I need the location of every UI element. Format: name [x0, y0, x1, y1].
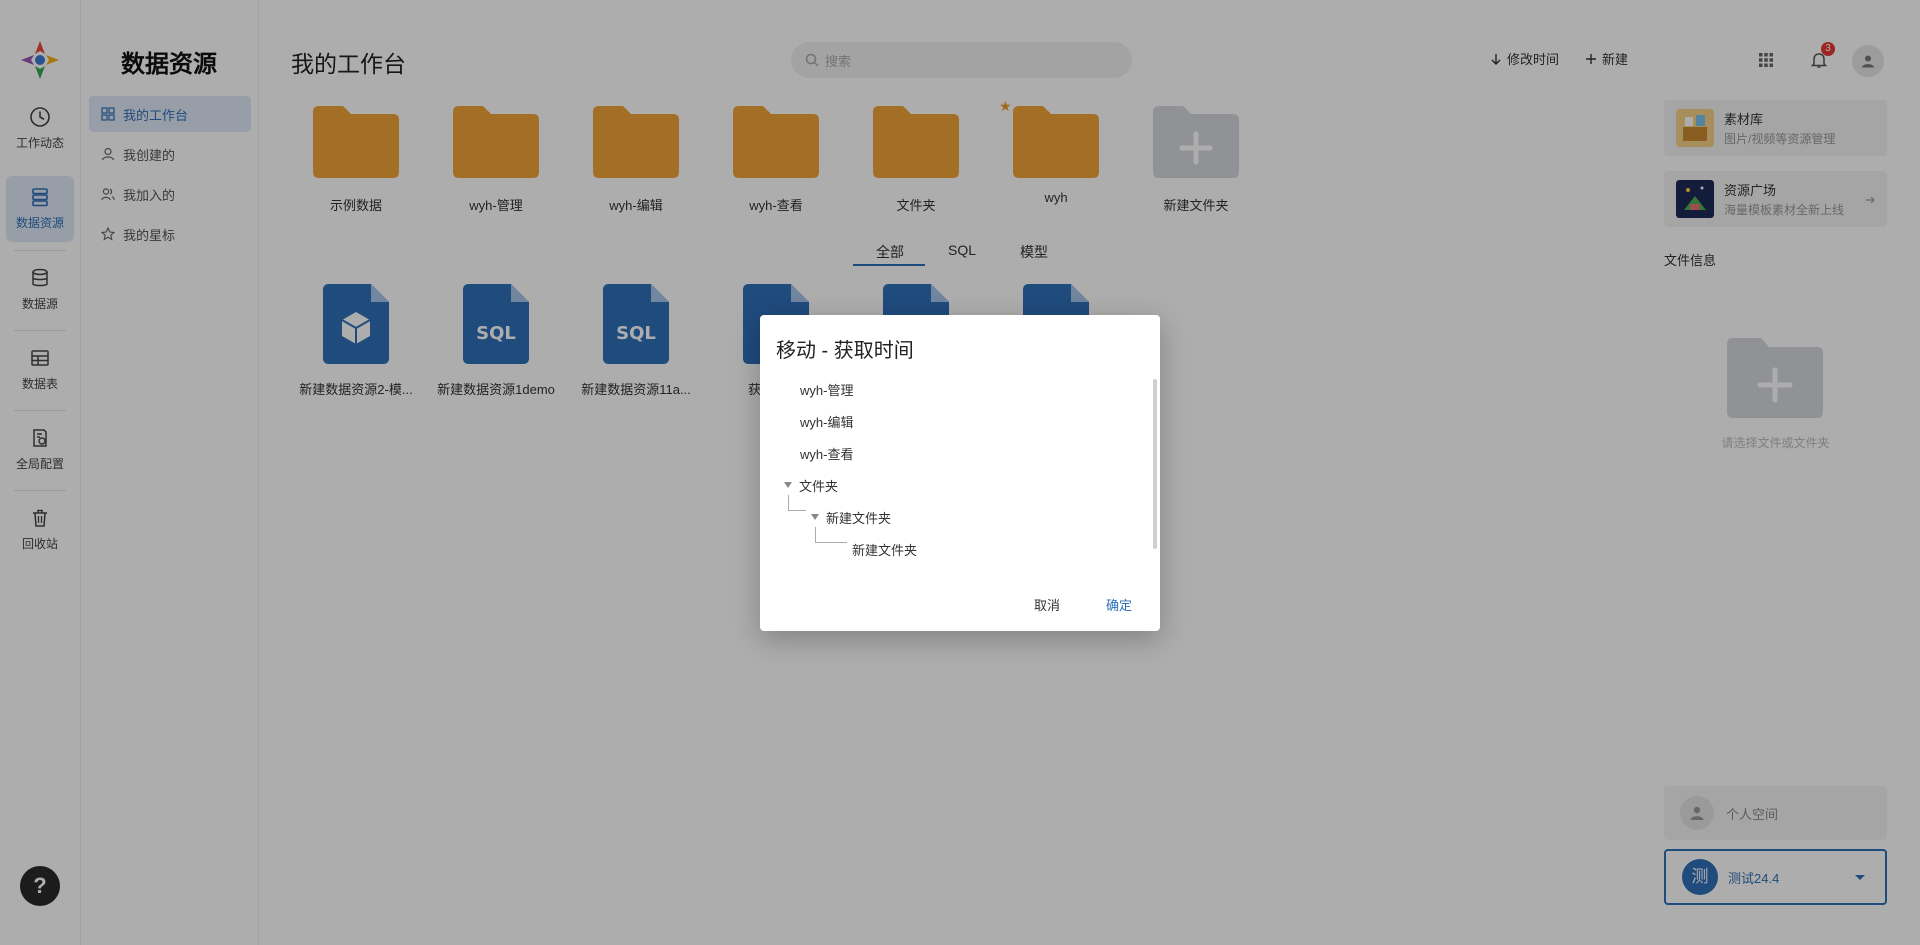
tree-node-label: wyh-编辑 — [800, 414, 854, 430]
tree-node-label: 新建文件夹 — [852, 542, 918, 558]
tree-connector — [815, 527, 847, 543]
expand-caret-icon[interactable] — [811, 514, 819, 520]
tree-node-label: 文件夹 — [799, 478, 839, 494]
tree-node[interactable]: wyh-管理 — [800, 377, 853, 401]
confirm-button[interactable]: 确定 — [1106, 595, 1132, 614]
dialog-title: 移动 - 获取时间 — [776, 340, 914, 362]
tree-node[interactable]: wyh-查看 — [800, 441, 853, 465]
tree-node-expanded[interactable]: 文件夹 — [784, 473, 838, 497]
tree-node-expanded[interactable]: 新建文件夹 — [811, 505, 891, 529]
tree-scrollbar[interactable] — [1153, 379, 1157, 549]
cancel-button[interactable]: 取消 — [1034, 595, 1060, 614]
tree-node-label: 新建文件夹 — [826, 510, 892, 526]
tree-connector — [788, 495, 806, 511]
tree-node-label: wyh-管理 — [800, 382, 854, 398]
tree-node[interactable]: 新建文件夹 — [852, 537, 917, 561]
move-dialog: 移动 - 获取时间 wyh-管理 wyh-编辑 wyh-查看 文件夹 新建文件夹… — [760, 315, 1160, 631]
folder-tree: wyh-管理 wyh-编辑 wyh-查看 文件夹 新建文件夹 新建文件夹 — [776, 377, 1144, 569]
tree-node-label: wyh-查看 — [800, 446, 854, 462]
tree-node[interactable]: wyh-编辑 — [800, 409, 853, 433]
expand-caret-icon[interactable] — [784, 482, 792, 488]
